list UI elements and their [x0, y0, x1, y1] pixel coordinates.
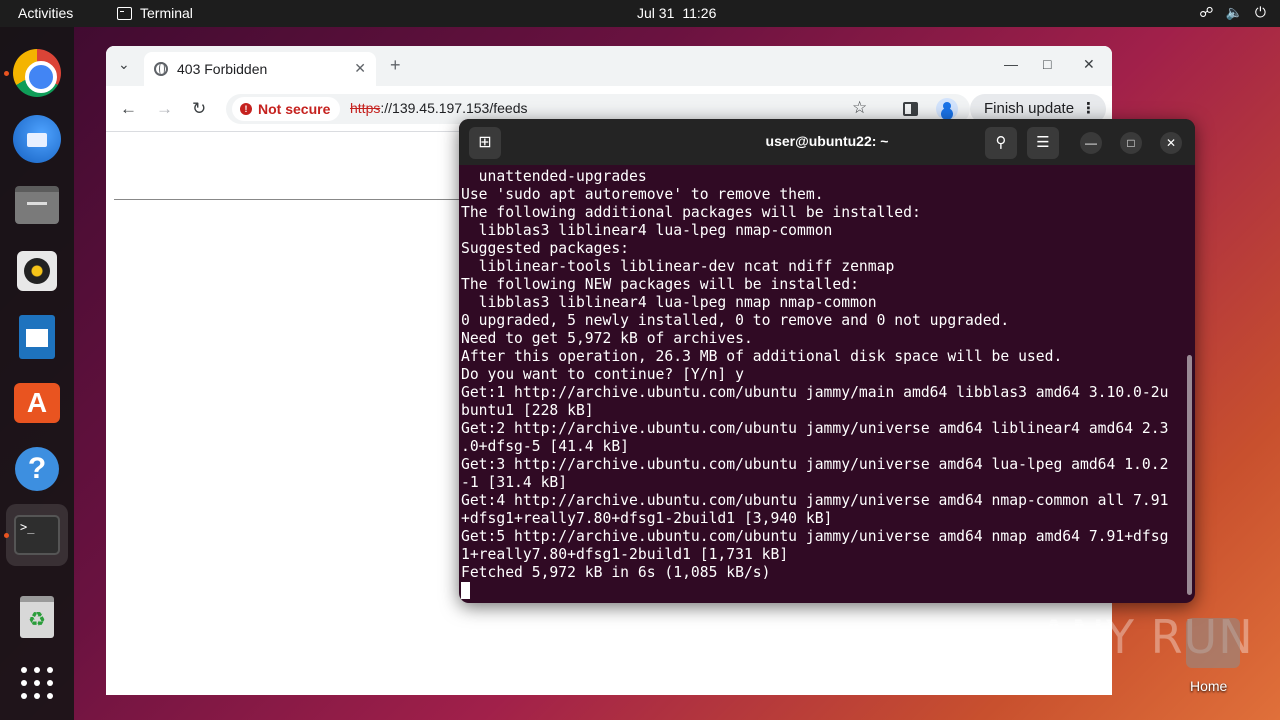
side-panel-icon[interactable]	[903, 102, 918, 116]
terminal-line: Do you want to continue? [Y/n] y	[461, 366, 744, 383]
clock[interactable]: Jul 31 11:26	[637, 5, 716, 21]
dock-software[interactable]: A	[12, 378, 62, 428]
dock-rhythmbox[interactable]	[12, 246, 62, 296]
security-chip[interactable]: ! Not secure	[232, 97, 341, 121]
page-horizontal-rule	[114, 199, 474, 200]
close-button[interactable]: ✕	[1083, 56, 1095, 73]
terminal-line: 1+really7.80+dfsg1-2build1 [1,731 kB]	[461, 546, 789, 563]
terminal-prompt-line	[461, 582, 1183, 600]
software-store-icon: A	[14, 383, 60, 423]
terminal-output[interactable]: unattended-upgrades Use 'sudo apt autorem…	[461, 168, 1183, 603]
network-icon[interactable]: ☍	[1199, 4, 1213, 21]
terminal-line: buntu1 [228 kB]	[461, 402, 594, 419]
minimize-button[interactable]: —	[1004, 56, 1018, 72]
app-menu-label: Terminal	[140, 5, 193, 21]
trash-icon: ♻	[20, 596, 54, 638]
dock-help[interactable]: ?	[12, 444, 62, 494]
terminal-line: Fetched 5,972 kB in 6s (1,085 kB/s)	[461, 564, 771, 581]
dock-thunderbird[interactable]	[12, 114, 62, 164]
terminal-scrollbar[interactable]	[1187, 355, 1192, 595]
dock-files[interactable]	[12, 180, 62, 230]
dock-chrome[interactable]	[12, 48, 62, 98]
terminal-line: Get:1 http://archive.ubuntu.com/ubuntu j…	[461, 384, 1169, 401]
bookmark-star-icon[interactable]: ☆	[852, 98, 867, 118]
search-button[interactable]: ⚲	[985, 127, 1017, 159]
running-indicator	[4, 71, 9, 76]
activities-button[interactable]: Activities	[18, 5, 73, 21]
dock: A ? >_ ♻	[0, 27, 74, 720]
menu-dots-icon: ⋮	[1081, 100, 1096, 117]
help-icon: ?	[15, 447, 59, 491]
terminal-line: The following additional packages will b…	[461, 204, 921, 221]
tab-forbidden[interactable]: 403 Forbidden ✕	[144, 52, 376, 86]
writer-icon	[19, 315, 55, 359]
terminal-line: libblas3 liblinear4 lua-lpeg nmap-common	[461, 222, 833, 239]
warning-icon: !	[240, 103, 252, 115]
tab-title: 403 Forbidden	[177, 61, 268, 77]
terminal-line: libblas3 liblinear4 lua-lpeg nmap nmap-c…	[461, 294, 877, 311]
terminal-line: Need to get 5,972 kB of archives.	[461, 330, 753, 347]
maximize-button[interactable]: □	[1120, 132, 1142, 154]
terminal-header: ⊞ user@ubuntu22: ~ ⚲ ☰ — □ ✕	[459, 119, 1195, 165]
cursor-block	[461, 582, 470, 599]
show-applications-button[interactable]	[12, 658, 62, 708]
dock-terminal[interactable]: >_	[6, 504, 68, 566]
terminal-line: Get:5 http://archive.ubuntu.com/ubuntu j…	[461, 528, 1169, 545]
terminal-line: Suggested packages:	[461, 240, 630, 257]
top-bar: Activities Terminal Jul 31 11:26 ☍ 🔈 ⏻	[0, 0, 1280, 27]
profile-avatar[interactable]	[936, 98, 958, 120]
tab-strip: ⌄ 403 Forbidden ✕ + — □ ✕	[106, 46, 1112, 86]
terminal-line: Use 'sudo apt autoremove' to remove them…	[461, 186, 824, 203]
home-folder-icon[interactable]	[1186, 618, 1240, 668]
terminal-line: unattended-upgrades	[461, 168, 647, 185]
new-tab-button[interactable]: +	[390, 55, 401, 76]
terminal-line: +dfsg1+really7.80+dfsg1-2build1 [3,940 k…	[461, 510, 833, 527]
close-button[interactable]: ✕	[1160, 132, 1182, 154]
terminal-line: -1 [31.4 kB]	[461, 474, 568, 491]
finish-update-label: Finish update	[984, 100, 1075, 117]
volume-icon[interactable]: 🔈	[1225, 4, 1242, 21]
tab-close-icon[interactable]: ✕	[354, 60, 366, 77]
maximize-button[interactable]: □	[1043, 56, 1051, 72]
system-tray[interactable]: ☍ 🔈 ⏻	[1199, 4, 1266, 21]
url-text[interactable]: https://139.45.197.153/feeds	[350, 100, 527, 116]
tab-search-button[interactable]: ⌄	[118, 56, 130, 73]
terminal-line: After this operation, 26.3 MB of additio…	[461, 348, 1063, 365]
url-scheme: https	[350, 100, 381, 116]
globe-icon	[154, 62, 168, 76]
security-label: Not secure	[258, 101, 331, 117]
back-button[interactable]: ←	[120, 99, 137, 119]
running-indicator	[4, 533, 9, 538]
thunderbird-icon	[13, 115, 61, 163]
minimize-button[interactable]: —	[1080, 132, 1102, 154]
power-icon[interactable]: ⏻	[1255, 4, 1266, 21]
terminal-line: Get:4 http://archive.ubuntu.com/ubuntu j…	[461, 492, 1169, 509]
terminal-line: Get:3 http://archive.ubuntu.com/ubuntu j…	[461, 456, 1169, 473]
home-folder-label: Home	[1190, 678, 1228, 694]
terminal-window: ⊞ user@ubuntu22: ~ ⚲ ☰ — □ ✕ unattended-…	[459, 119, 1195, 603]
app-grid-icon	[21, 667, 53, 699]
dock-trash[interactable]: ♻	[12, 592, 62, 642]
chrome-icon	[13, 49, 61, 97]
terminal-line: liblinear-tools liblinear-dev ncat ndiff…	[461, 258, 895, 275]
clock-time: 11:26	[682, 5, 717, 21]
hamburger-menu-button[interactable]: ☰	[1027, 127, 1059, 159]
app-menu[interactable]: Terminal	[117, 5, 193, 21]
terminal-app-icon	[117, 6, 132, 20]
terminal-icon: >_	[14, 515, 60, 555]
reload-button[interactable]: ↻	[192, 99, 206, 119]
rhythmbox-icon	[17, 251, 57, 291]
forward-button[interactable]: →	[156, 99, 173, 119]
terminal-line: Get:2 http://archive.ubuntu.com/ubuntu j…	[461, 420, 1169, 437]
terminal-line: .0+dfsg-5 [41.4 kB]	[461, 438, 630, 455]
files-icon	[15, 186, 59, 224]
terminal-line: The following NEW packages will be insta…	[461, 276, 859, 293]
terminal-line: 0 upgraded, 5 newly installed, 0 to remo…	[461, 312, 1010, 329]
url-rest: ://139.45.197.153/feeds	[380, 100, 528, 116]
clock-date: Jul 31	[637, 5, 675, 21]
dock-writer[interactable]	[12, 312, 62, 362]
